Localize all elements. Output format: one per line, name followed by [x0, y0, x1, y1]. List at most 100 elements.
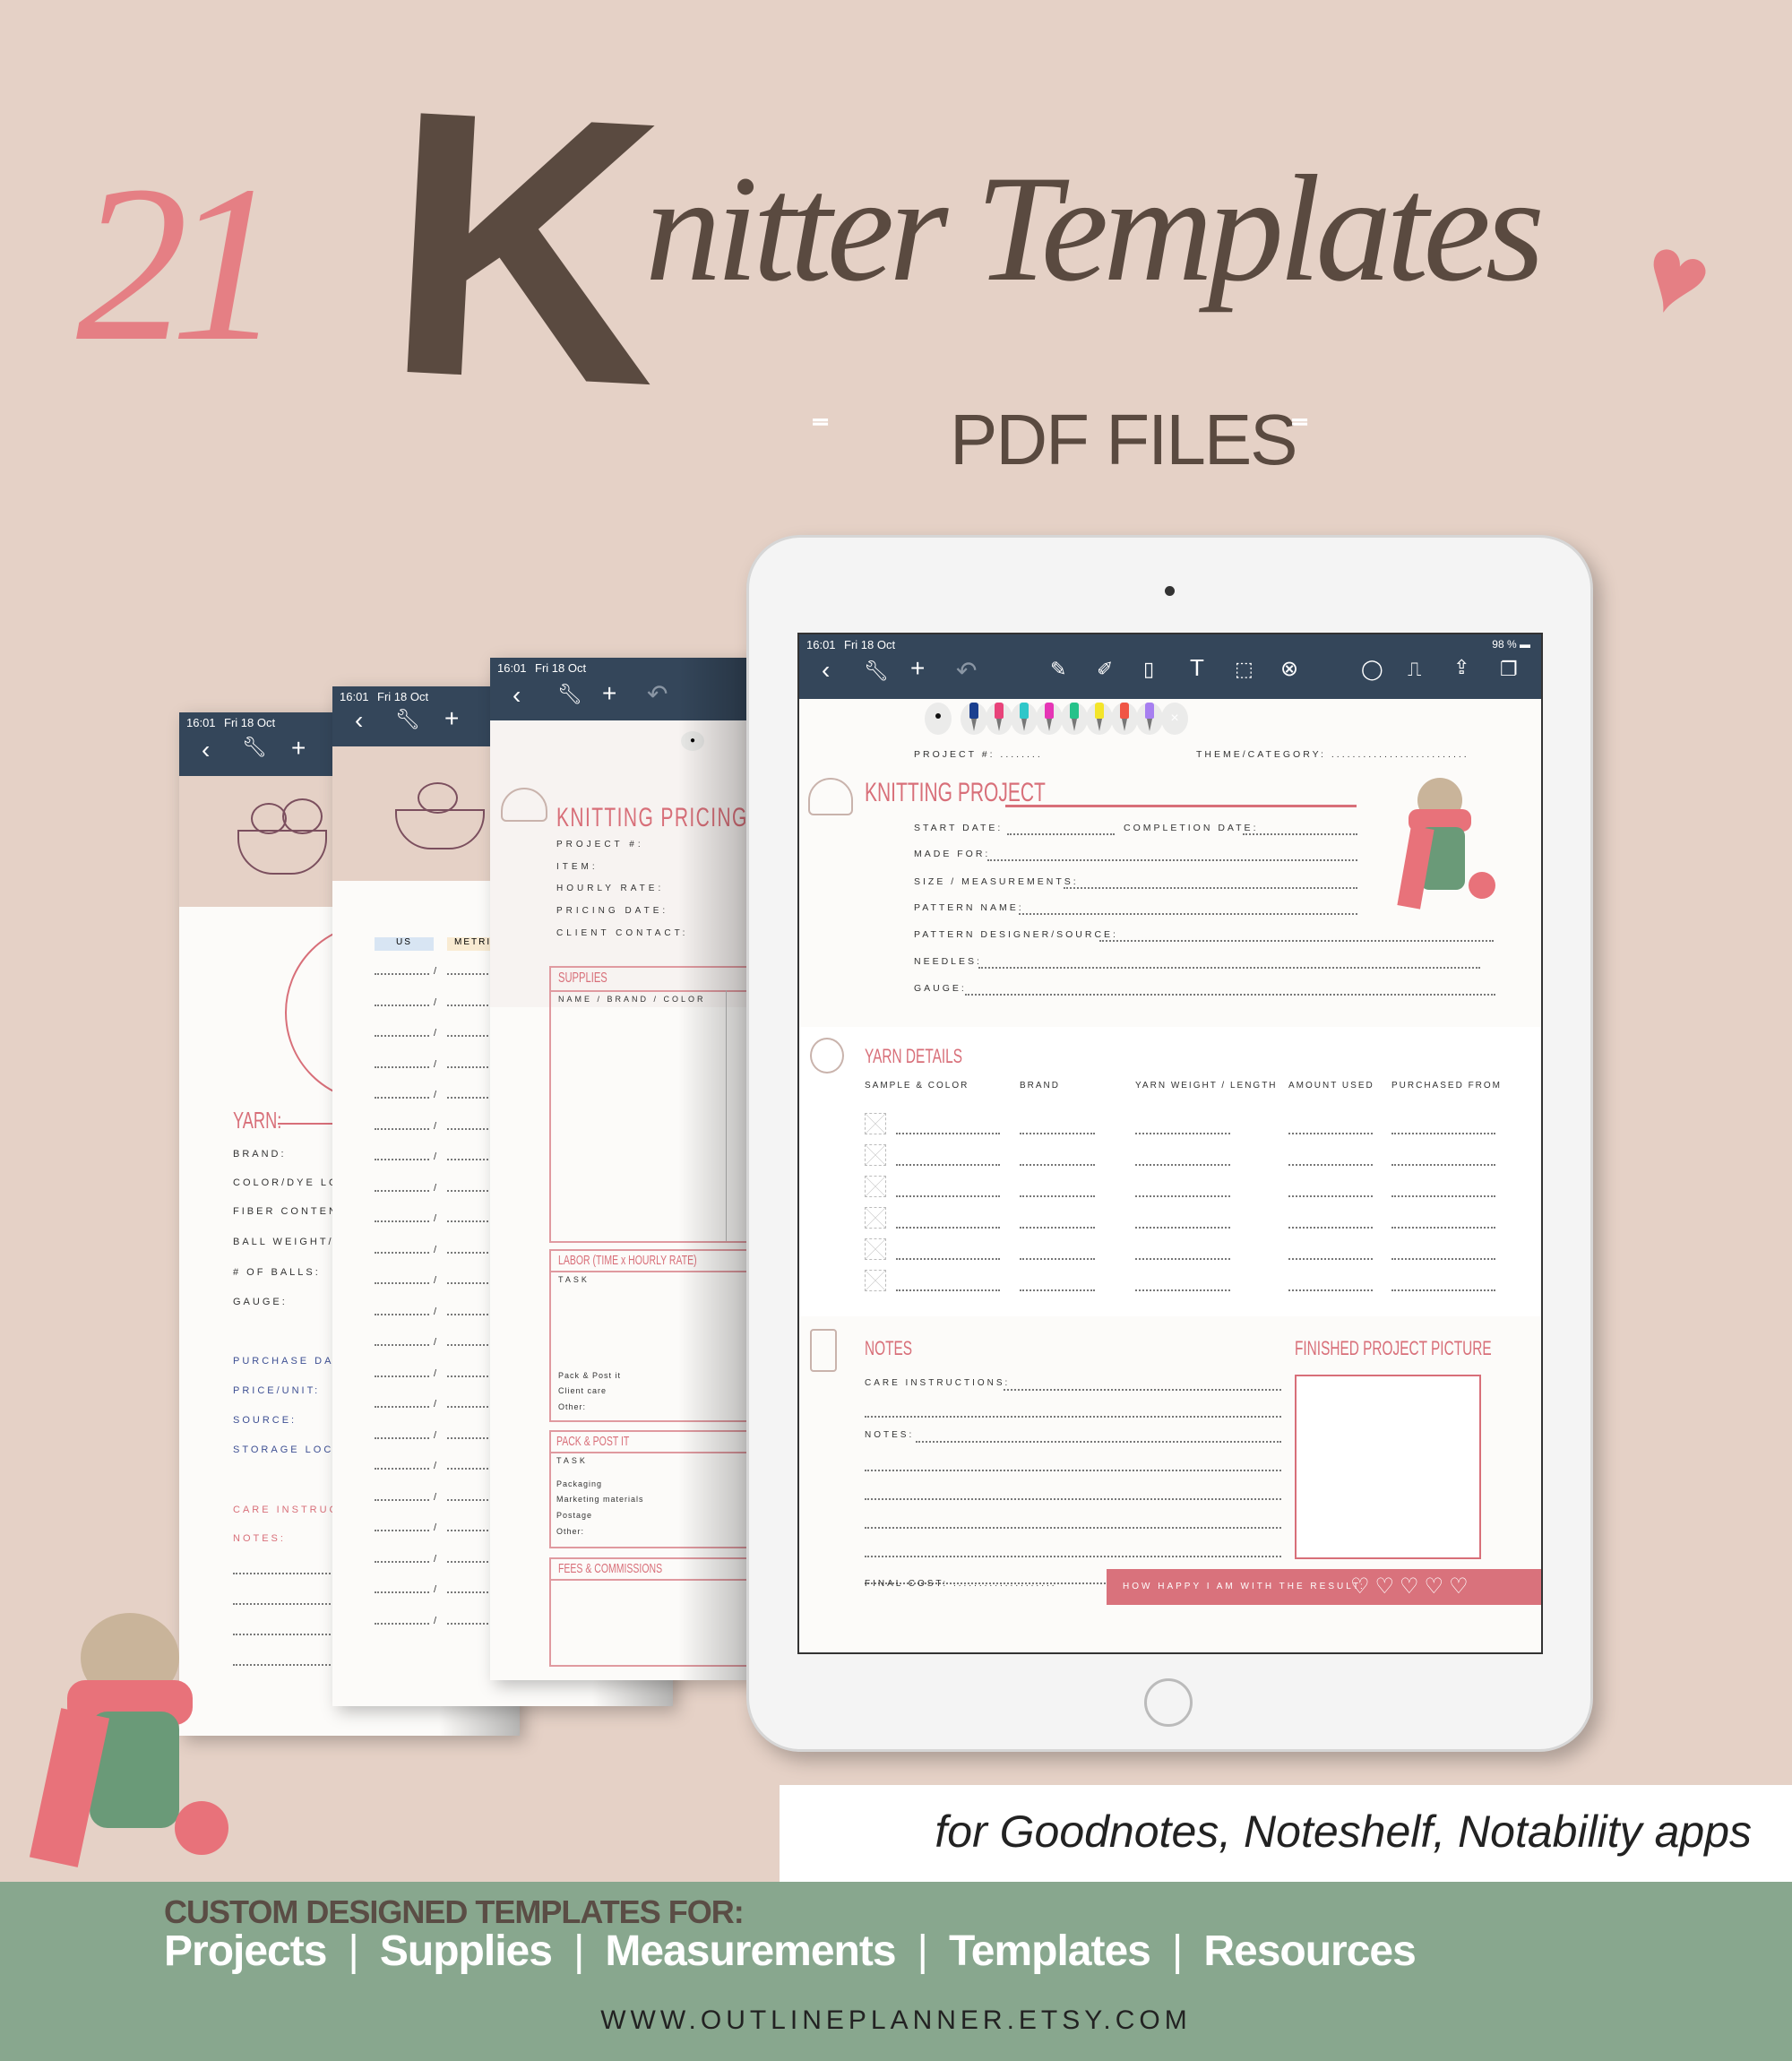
eraser-icon[interactable]: ▯	[1143, 658, 1154, 681]
back-icon[interactable]: ‹	[513, 681, 521, 710]
measurement-line[interactable]	[375, 1436, 429, 1439]
pen-size-dot[interactable]	[925, 703, 952, 735]
shop-url[interactable]: WWW.OUTLINEPLANNER.ETSY.COM	[0, 2005, 1792, 2036]
yarn-field-line[interactable]	[896, 1289, 1000, 1291]
undo-icon[interactable]: ↶	[647, 679, 668, 709]
pen-icon[interactable]: ✎	[1050, 658, 1066, 681]
color-sample-swatch[interactable]	[865, 1113, 886, 1134]
heart-rating[interactable]: ♡♡♡♡♡	[1350, 1574, 1474, 1600]
pen-color-8[interactable]	[1136, 703, 1163, 735]
measurement-line[interactable]	[375, 1159, 429, 1160]
yarn-field-line[interactable]	[1020, 1227, 1095, 1229]
yarn-field-line[interactable]	[1288, 1258, 1373, 1260]
yarn-field-line[interactable]	[1288, 1227, 1373, 1229]
measurement-line[interactable]	[375, 1004, 429, 1006]
measurement-line[interactable]	[375, 1097, 429, 1099]
plus-icon[interactable]: +	[291, 734, 306, 763]
yarn-field-line[interactable]	[1288, 1289, 1373, 1291]
yarn-field-line[interactable]	[896, 1258, 1000, 1260]
slash-separator: /	[434, 1244, 440, 1255]
measurement-line[interactable]	[375, 1313, 429, 1315]
color-sample-swatch[interactable]	[865, 1176, 886, 1197]
wrench-icon[interactable]: 🔧︎	[557, 683, 582, 706]
pen-color-2[interactable]	[986, 703, 1012, 735]
yarn-field-line[interactable]	[1020, 1289, 1095, 1291]
share-icon[interactable]: ⇪	[1453, 656, 1469, 679]
close-icon[interactable]: ⊗	[1280, 656, 1298, 682]
yarn-field-line[interactable]	[1020, 1195, 1095, 1197]
measurement-line[interactable]	[375, 1035, 429, 1037]
plus-icon[interactable]: +	[910, 654, 925, 683]
measurement-line[interactable]	[375, 1065, 429, 1068]
yarn-field-line[interactable]	[1135, 1227, 1230, 1229]
measurement-line[interactable]	[375, 1406, 429, 1408]
pen-color-5[interactable]	[1061, 703, 1088, 735]
close-picker-icon[interactable]: ×	[1161, 703, 1188, 735]
pen-color-7[interactable]	[1111, 703, 1138, 735]
yarn-field-line[interactable]	[896, 1195, 1000, 1197]
shapes-icon[interactable]: ◯	[1361, 658, 1383, 681]
measurement-line[interactable]	[375, 1282, 429, 1284]
yarn-field-line[interactable]	[1391, 1289, 1495, 1291]
yarn-field-line[interactable]	[1391, 1227, 1495, 1229]
yarn-field-line[interactable]	[1020, 1133, 1095, 1134]
yarn-field-line[interactable]	[1391, 1164, 1495, 1166]
wrench-icon[interactable]: 🔧︎	[864, 660, 889, 683]
pen-color-6[interactable]	[1086, 703, 1113, 735]
measurement-line[interactable]	[375, 1189, 429, 1192]
measurement-line[interactable]	[375, 1127, 429, 1130]
yarn-field-line[interactable]	[896, 1133, 1000, 1134]
measurement-line[interactable]	[375, 973, 429, 975]
highlighter-icon[interactable]: ✐	[1097, 658, 1113, 681]
plus-icon[interactable]: +	[444, 704, 459, 733]
yarn-field-line[interactable]	[1135, 1289, 1230, 1291]
yarn-field-line[interactable]	[1288, 1164, 1373, 1166]
measurement-line[interactable]	[375, 1468, 429, 1470]
yarn-field-line[interactable]	[1135, 1164, 1230, 1166]
color-sample-swatch[interactable]	[865, 1238, 886, 1260]
measurement-line[interactable]	[375, 1375, 429, 1377]
pages-icon[interactable]: ❐	[1500, 658, 1518, 681]
measurement-line[interactable]	[375, 1251, 429, 1254]
yarn-field-line[interactable]	[1135, 1258, 1230, 1260]
yarn-field-line[interactable]	[896, 1227, 1000, 1229]
home-button[interactable]	[1144, 1678, 1193, 1727]
measurement-line[interactable]	[375, 1530, 429, 1531]
color-sample-swatch[interactable]	[865, 1144, 886, 1166]
yarn-field-line[interactable]	[1391, 1258, 1495, 1260]
yarn-field-line[interactable]	[1391, 1195, 1495, 1197]
pen-color-3[interactable]	[1011, 703, 1038, 735]
yarn-field-line[interactable]	[1288, 1195, 1373, 1197]
pen-color-4[interactable]	[1036, 703, 1063, 735]
back-icon[interactable]: ‹	[822, 656, 830, 685]
measurement-line[interactable]	[375, 1220, 429, 1222]
text-icon[interactable]: T	[1190, 654, 1204, 682]
labor-box: LABOR (TIME x HOURLY RATE) TASK Pack & P…	[549, 1249, 759, 1422]
measurement-line[interactable]	[375, 1498, 429, 1501]
yarn-field-line[interactable]	[1020, 1258, 1095, 1260]
pen-color-1[interactable]	[961, 703, 987, 735]
color-sample-swatch[interactable]	[865, 1207, 886, 1229]
plus-icon[interactable]: +	[602, 679, 616, 708]
stamp-icon[interactable]: ⎍	[1408, 658, 1421, 681]
slash-separator: /	[434, 1120, 440, 1132]
yarn-field-line[interactable]	[896, 1164, 1000, 1166]
measurement-line[interactable]	[375, 1622, 429, 1625]
measurement-line[interactable]	[375, 1560, 429, 1563]
back-icon[interactable]: ‹	[202, 736, 210, 764]
wrench-icon[interactable]: 🔧︎	[395, 708, 420, 731]
wrench-icon[interactable]: 🔧︎	[242, 736, 267, 759]
back-icon[interactable]: ‹	[355, 706, 363, 735]
yarn-field-line[interactable]	[1135, 1195, 1230, 1197]
color-sample-swatch[interactable]	[865, 1270, 886, 1291]
yarn-field-line[interactable]	[1288, 1133, 1373, 1134]
yarn-field-line[interactable]	[1135, 1133, 1230, 1134]
undo-icon[interactable]: ↶	[956, 656, 977, 686]
yarn-field-line[interactable]	[1391, 1133, 1495, 1134]
picture-box[interactable]	[1295, 1375, 1481, 1559]
measurement-line[interactable]	[375, 1344, 429, 1346]
yarn-field-line[interactable]	[1020, 1164, 1095, 1166]
measurement-line[interactable]	[375, 1591, 429, 1593]
lasso-icon[interactable]: ⬚	[1235, 658, 1254, 681]
slash-separator: /	[434, 1090, 440, 1100]
